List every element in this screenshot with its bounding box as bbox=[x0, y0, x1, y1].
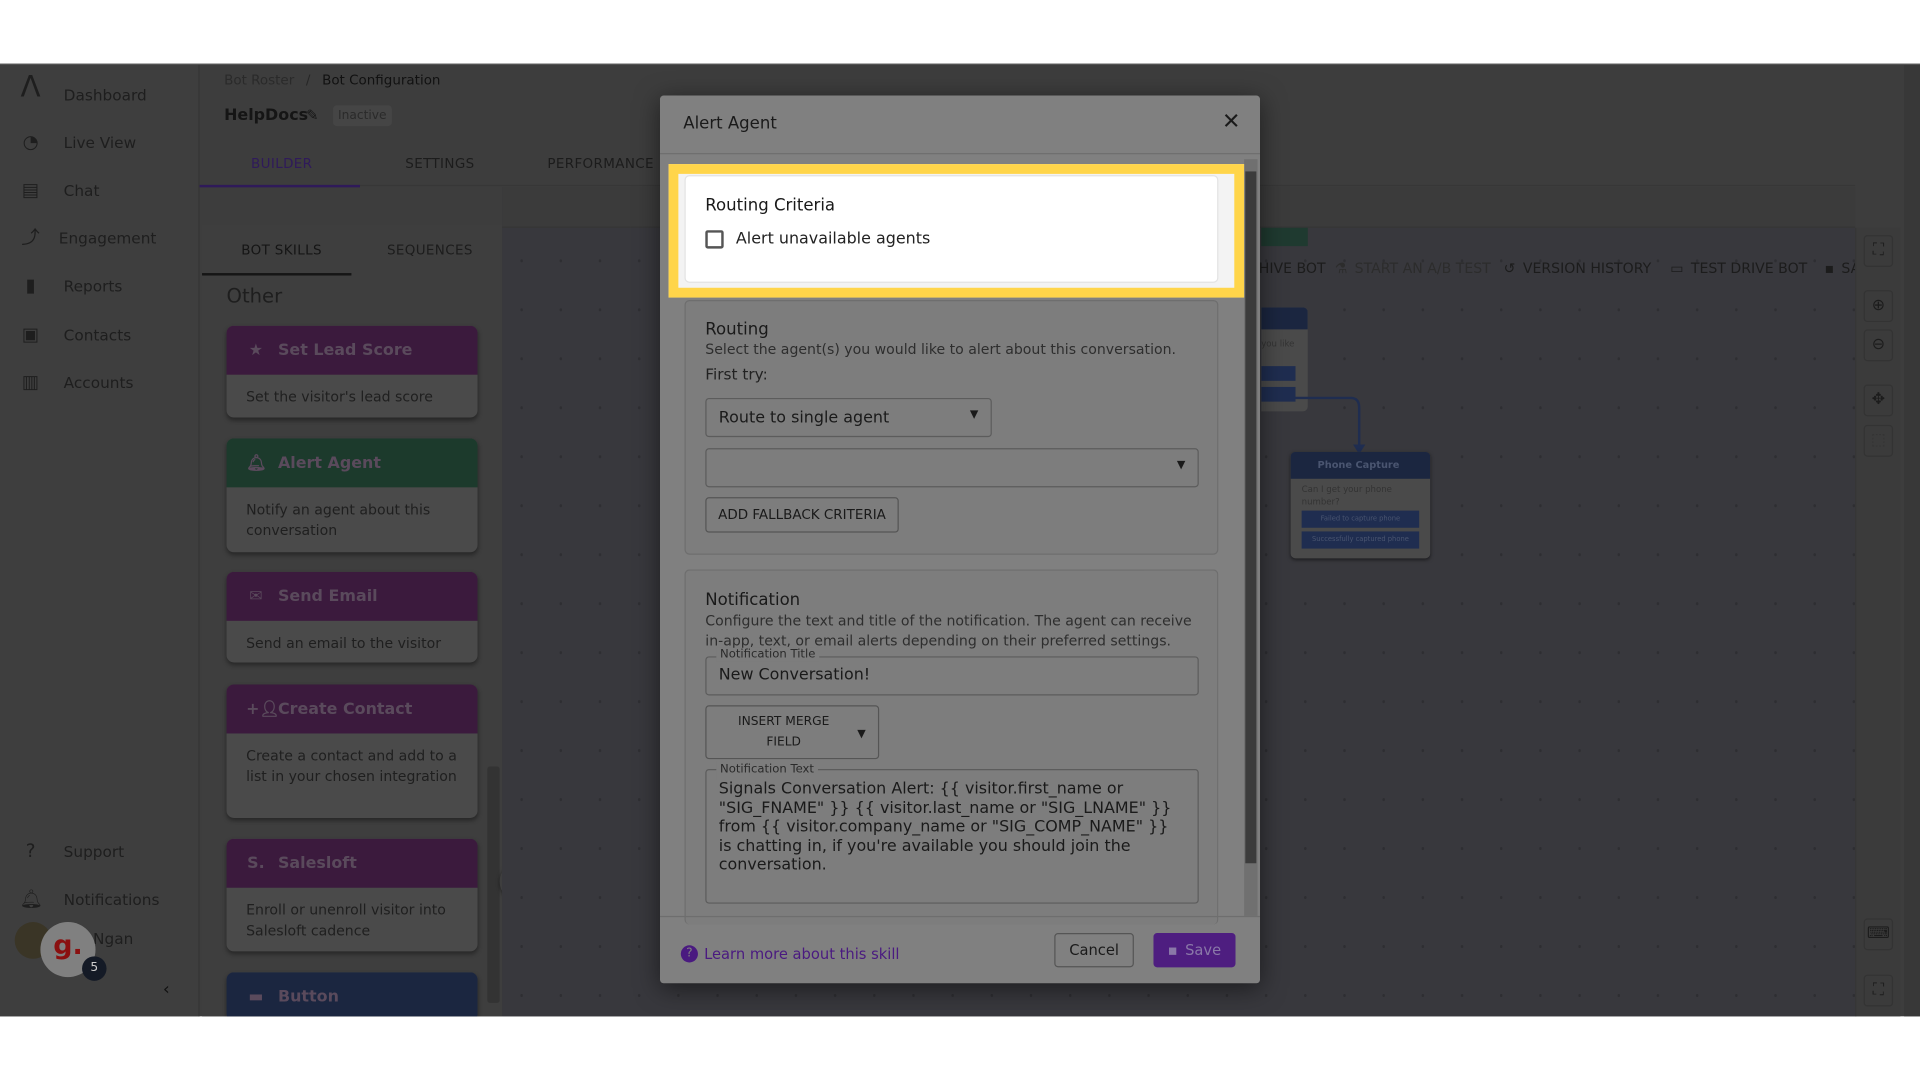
bell-icon: 🔔︎ bbox=[246, 453, 267, 473]
notification-title-input[interactable]: Notification Title New Conversation! bbox=[705, 647, 1199, 696]
skill-card-create-contact[interactable]: +👤︎ Create Contact Create a contact and ad… bbox=[226, 684, 478, 818]
sidebar-item-live-view[interactable]: ◔ Live View bbox=[0, 124, 200, 161]
contacts-icon: ▣ bbox=[21, 323, 40, 346]
history-icon: ↺ bbox=[1503, 259, 1516, 277]
save-icon: ▪ bbox=[1167, 941, 1178, 959]
skill-card-salesloft[interactable]: S. Salesloft Enroll or unenroll visitor in… bbox=[226, 838, 478, 952]
checkbox-icon[interactable] bbox=[705, 230, 724, 249]
sidebar-item-contacts[interactable]: ▣ Contacts bbox=[0, 316, 200, 353]
breadcrumb: Bot Roster / Bot Configuration bbox=[224, 72, 441, 89]
version-history-button[interactable]: ↺ VERSION HISTORY bbox=[1504, 260, 1652, 277]
sidebar-item-engagement[interactable]: ⤴ Engagement bbox=[0, 219, 200, 256]
flask-icon: ⚗ bbox=[1334, 259, 1348, 277]
tab-bot-skills[interactable]: BOT SKILLS bbox=[241, 242, 322, 258]
mail-icon: ✉ bbox=[249, 587, 263, 606]
salesloft-icon: S. bbox=[247, 854, 265, 873]
breadcrumb-current: Bot Configuration bbox=[322, 72, 441, 89]
fit-view-icon[interactable]: ⛶ bbox=[1863, 235, 1894, 267]
fullscreen-icon[interactable]: ⛶ bbox=[1863, 974, 1894, 1007]
unread-badge: 5 bbox=[82, 956, 107, 981]
chevron-down-icon: ▼ bbox=[857, 728, 866, 741]
modal-scrollbar[interactable] bbox=[1244, 159, 1258, 916]
chevron-down-icon: ▼ bbox=[969, 408, 979, 422]
sidebar-item-dashboard[interactable]: Λ Dashboard bbox=[0, 69, 200, 113]
routing-section: Routing Select the agent(s) you would li… bbox=[684, 300, 1219, 555]
sidebar-item-support[interactable]: ? Support bbox=[0, 833, 200, 870]
add-person-icon: +👤︎ bbox=[246, 699, 280, 719]
node-button[interactable]: Failed to capture phone bbox=[1301, 510, 1420, 528]
close-icon[interactable]: ✕ bbox=[1222, 109, 1240, 135]
sidebar-item-chat[interactable]: ▤ Chat bbox=[0, 171, 200, 208]
pan-icon[interactable]: ✥ bbox=[1863, 384, 1894, 417]
highlight-box: Routing Criteria Alert unavailable agent… bbox=[668, 164, 1245, 298]
user-name: Ngan bbox=[93, 929, 134, 948]
sidebar-item-reports[interactable]: ▮ Reports bbox=[0, 267, 200, 304]
sidebar: Λ Dashboard ◔ Live View ▤ Chat ⤴ Engagement … bbox=[0, 64, 200, 1017]
modal-title: Alert Agent bbox=[683, 113, 777, 134]
ab-test-button[interactable]: ⚗ START AN A/B TEST bbox=[1335, 260, 1491, 277]
node-button[interactable]: Successfully captured phone bbox=[1301, 531, 1420, 549]
bell-icon: 🔔︎ bbox=[19, 887, 43, 910]
reports-icon: ▮ bbox=[25, 274, 36, 297]
button-icon: ▬ bbox=[248, 987, 264, 1006]
car-icon: ▭ bbox=[1670, 259, 1684, 277]
section-title: Other bbox=[226, 284, 283, 308]
archive-bot-button[interactable]: HIVE BOT bbox=[1259, 260, 1326, 277]
save-button[interactable]: ▪ Save bbox=[1153, 933, 1236, 968]
breadcrumb-bot-roster[interactable]: Bot Roster bbox=[224, 72, 294, 88]
star-icon: ★ bbox=[248, 341, 264, 360]
insert-merge-field-button[interactable]: INSERT MERGE FIELD ▼ bbox=[705, 705, 880, 760]
sidebar-item-notifications[interactable]: 🔔︎ Notifications bbox=[0, 880, 200, 917]
zoom-in-icon[interactable]: ⊕ bbox=[1863, 290, 1894, 323]
skill-card-button[interactable]: ▬ Button bbox=[226, 972, 478, 1017]
save-icon: ▪ bbox=[1824, 259, 1835, 277]
page-scrollbar[interactable] bbox=[1904, 64, 1920, 1017]
cancel-button[interactable]: Cancel bbox=[1054, 933, 1134, 968]
notification-text-area[interactable]: Notification Text Signals Conversation Al… bbox=[705, 760, 1199, 904]
panel-scrollbar[interactable] bbox=[487, 766, 500, 1003]
skill-card-send-email[interactable]: ✉ Send Email Send an email to the visitor bbox=[226, 571, 478, 663]
agent-select[interactable]: ▼ bbox=[705, 448, 1199, 488]
route-type-select[interactable]: Route to single agent ▼ bbox=[705, 397, 992, 438]
tab-performance[interactable]: PERFORMANCE bbox=[547, 156, 654, 172]
connector-line bbox=[1295, 396, 1366, 455]
alert-unavailable-checkbox[interactable]: Alert unavailable agents bbox=[705, 230, 930, 249]
tab-settings[interactable]: SETTINGS bbox=[405, 156, 474, 172]
notification-section: Notification Configure the text and titl… bbox=[684, 569, 1219, 925]
accounts-icon: ▥ bbox=[21, 371, 40, 394]
select-icon[interactable]: ⬚ bbox=[1863, 424, 1894, 457]
help-icon: ? bbox=[680, 945, 698, 963]
chevron-down-icon: ▼ bbox=[1176, 459, 1186, 472]
tab-builder[interactable]: BUILDER bbox=[251, 156, 312, 172]
help-icon: ? bbox=[25, 840, 36, 863]
collapse-sidebar-button[interactable]: ‹ bbox=[163, 980, 170, 1000]
add-fallback-button[interactable]: ADD FALLBACK CRITERIA bbox=[705, 497, 899, 533]
phone-capture-node[interactable]: Phone Capture Can I get your phone numbe… bbox=[1290, 451, 1431, 559]
status-badge: Inactive bbox=[333, 105, 392, 127]
keyboard-icon[interactable]: ⌨ bbox=[1863, 918, 1894, 951]
engagement-icon: ⤴ bbox=[21, 226, 40, 249]
skill-card-set-lead-score[interactable]: ★ Set Lead Score Set the visitor's lead sc… bbox=[226, 325, 478, 418]
live-view-icon: ◔ bbox=[22, 131, 39, 154]
routing-criteria-section: Routing Criteria Alert unavailable agent… bbox=[684, 175, 1219, 283]
logo-icon: Λ bbox=[20, 69, 41, 105]
skill-card-alert-agent[interactable]: 🔔︎ Alert Agent Notify an agent about this … bbox=[226, 438, 478, 553]
bot-name: HelpDocs bbox=[224, 106, 309, 125]
tab-sequences[interactable]: SEQUENCES bbox=[387, 242, 473, 258]
learn-more-link[interactable]: ? Learn more about this skill bbox=[680, 945, 900, 963]
zoom-out-icon[interactable]: ⊖ bbox=[1863, 329, 1894, 362]
test-drive-button[interactable]: ▭ TEST DRIVE BOT bbox=[1670, 260, 1807, 277]
edit-pencil-icon[interactable]: ✎ bbox=[306, 107, 318, 124]
sidebar-item-accounts[interactable]: ▥ Accounts bbox=[0, 364, 200, 401]
chat-icon: ▤ bbox=[21, 178, 40, 201]
